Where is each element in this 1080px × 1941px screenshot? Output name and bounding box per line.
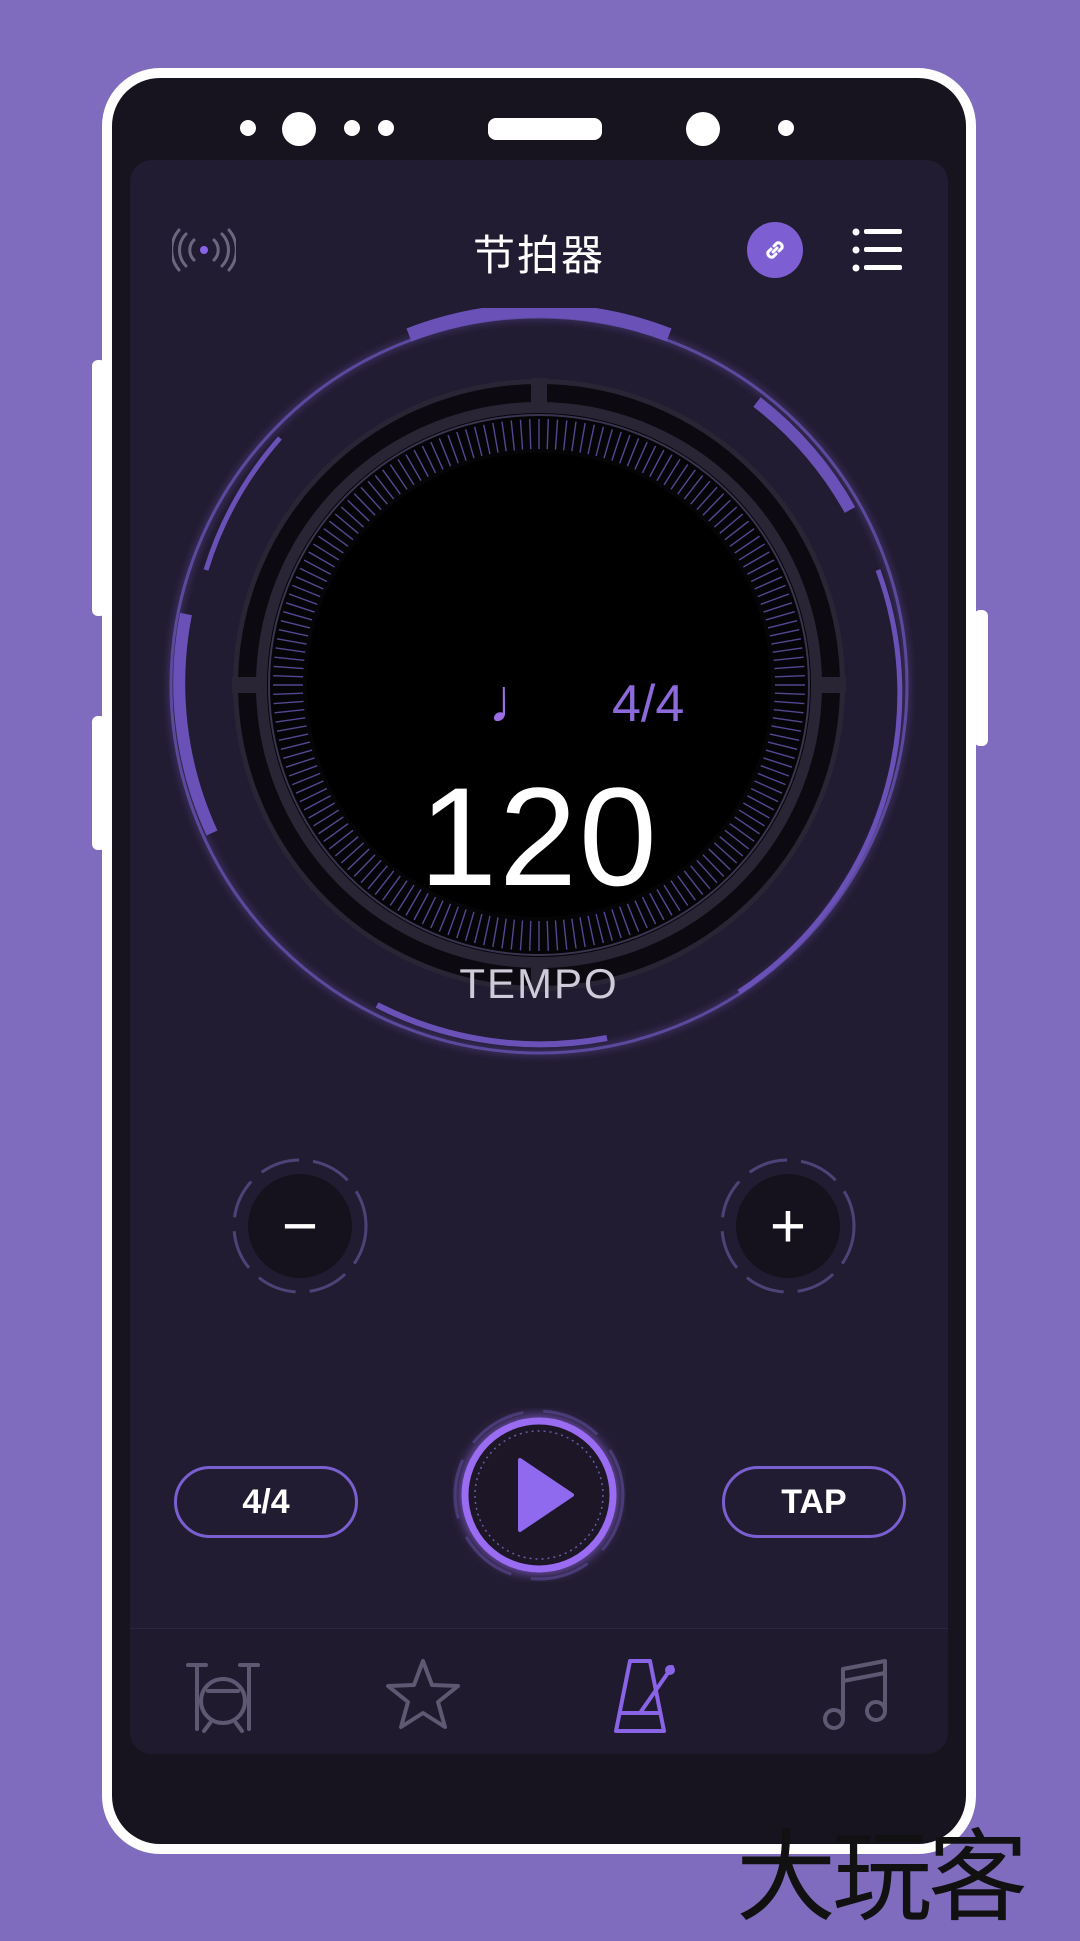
bezel-sensor: [344, 120, 360, 136]
watermark-text: 大玩客: [736, 1819, 1028, 1936]
phone-side-button: [974, 610, 988, 746]
note-value-icon[interactable]: ♩: [488, 666, 550, 737]
link-button[interactable]: [747, 222, 803, 278]
music-note-icon[interactable]: [814, 1651, 900, 1737]
link-icon: [766, 241, 784, 259]
decrease-tempo-button[interactable]: −: [230, 1156, 370, 1296]
play-button[interactable]: [452, 1408, 626, 1582]
tempo-dial[interactable]: ♩ 4/4 120 TEMPO: [162, 303, 916, 1062]
front-camera: [282, 112, 316, 146]
app-screen: 节拍器 ♩ 4/4 120 TEMPO − + 4/4 TAP: [130, 160, 948, 1754]
plus-icon: +: [736, 1174, 840, 1278]
star-icon[interactable]: [380, 1651, 466, 1737]
earpiece-speaker: [488, 118, 602, 140]
front-camera: [686, 112, 720, 146]
bottom-tab-bar: [130, 1628, 948, 1754]
drum-kit-icon[interactable]: [180, 1651, 266, 1737]
time-signature-button[interactable]: 4/4: [174, 1466, 358, 1538]
tempo-label: TEMPO: [459, 960, 619, 1007]
tempo-value: 120: [419, 758, 659, 915]
increase-tempo-button[interactable]: +: [718, 1156, 858, 1296]
dial-time-signature[interactable]: 4/4: [612, 674, 684, 734]
bezel-sensor: [378, 120, 394, 136]
minus-icon: −: [248, 1174, 352, 1278]
metronome-icon[interactable]: [600, 1651, 686, 1737]
bezel-sensor: [240, 120, 256, 136]
tap-tempo-button[interactable]: TAP: [722, 1466, 906, 1538]
play-icon: [453, 1409, 625, 1581]
menu-icon[interactable]: [852, 226, 904, 274]
page-title: 节拍器: [472, 232, 605, 279]
bezel-sensor: [778, 120, 794, 136]
